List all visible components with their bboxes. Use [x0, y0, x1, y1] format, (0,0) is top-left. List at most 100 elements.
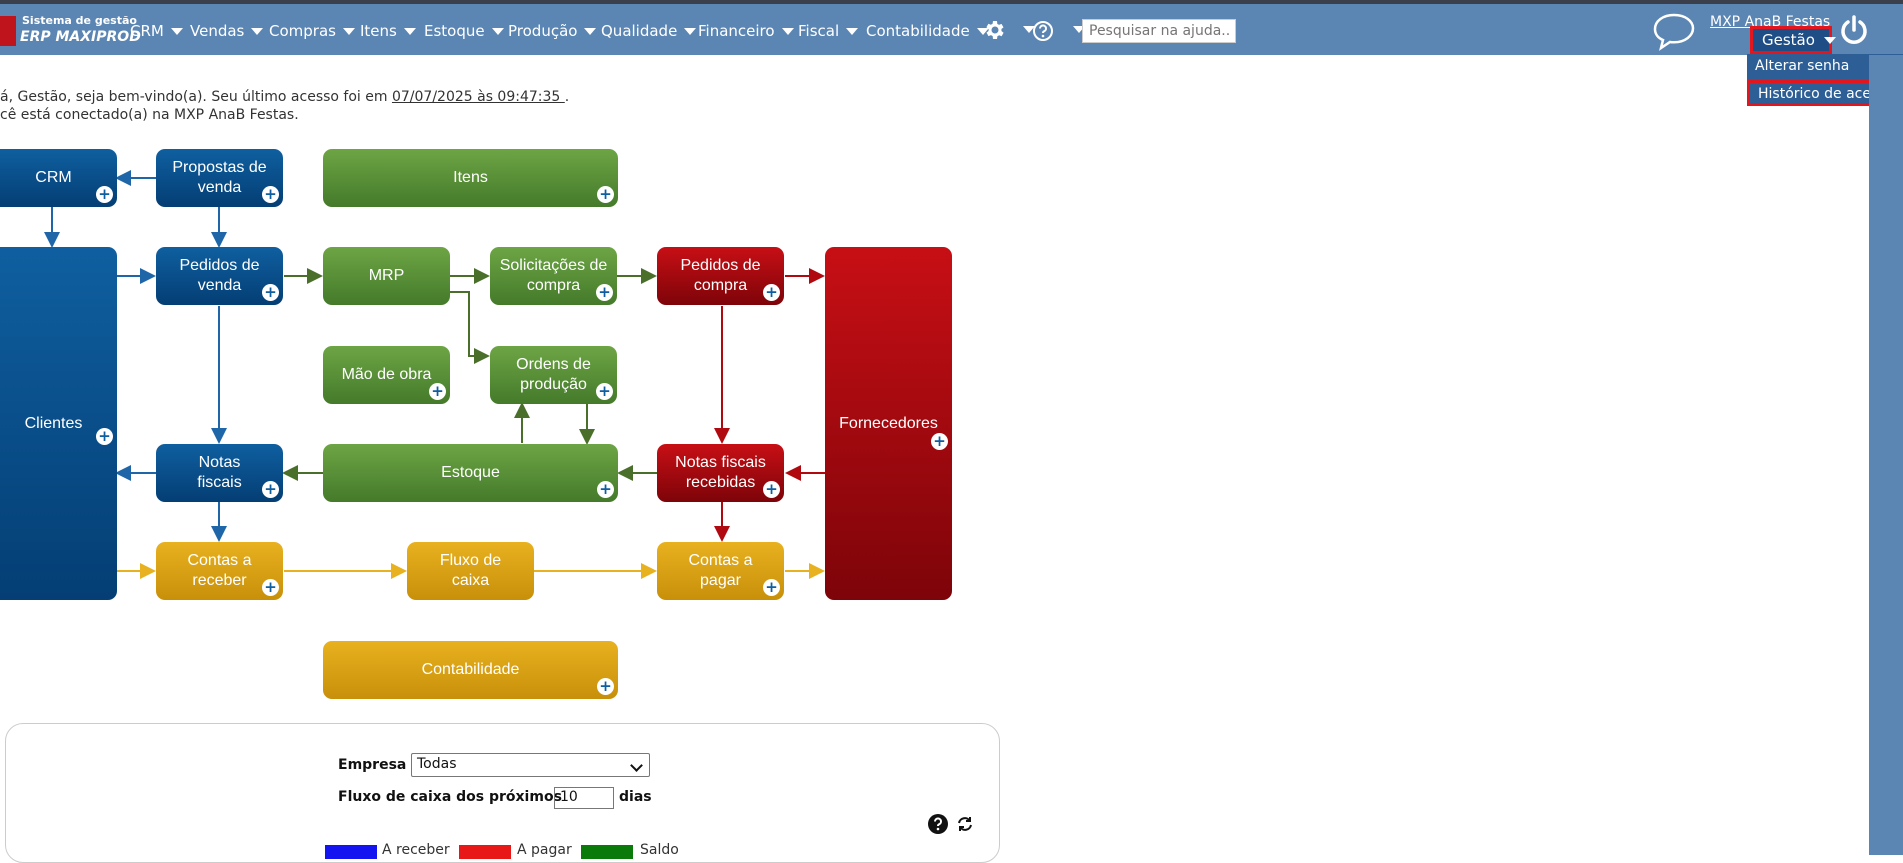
menu-fiscal[interactable]: Fiscal: [798, 17, 859, 45]
chevron-down-icon: [781, 27, 794, 35]
menu-label: Financeiro: [698, 22, 775, 40]
flow-contas-receber[interactable]: Contas a receber +: [156, 542, 283, 600]
menu-vendas[interactable]: Vendas: [190, 17, 264, 45]
add-icon[interactable]: +: [597, 481, 614, 498]
menu-label: Produção: [508, 22, 578, 40]
menu-label: Vendas: [190, 22, 245, 40]
menu-compras[interactable]: Compras: [269, 17, 355, 45]
add-icon[interactable]: +: [96, 186, 113, 203]
last-access-link[interactable]: 07/07/2025 às 09:47:35: [392, 89, 565, 105]
chat-bubble-icon[interactable]: [1651, 12, 1697, 52]
legend-receber-swatch: [325, 845, 377, 859]
flow-pedidos-venda[interactable]: Pedidos de venda +: [156, 247, 283, 305]
menu-label: Contabilidade: [866, 22, 970, 40]
flow-notas-recebidas[interactable]: Notas fiscais recebidas +: [657, 444, 784, 502]
add-icon[interactable]: +: [262, 284, 279, 301]
menu-crm[interactable]: CRM: [130, 17, 183, 45]
add-icon[interactable]: +: [262, 481, 279, 498]
chevron-down-icon: [584, 27, 597, 35]
days-input[interactable]: 10: [554, 787, 614, 809]
flow-crm[interactable]: CRM +: [0, 149, 117, 207]
right-scrollbar-area: [1869, 55, 1903, 855]
flow-contabilidade-label: Contabilidade: [421, 661, 520, 678]
top-navbar: Sistema de gestão ERP MAXIPROD CRM Venda…: [0, 0, 1903, 55]
legend-saldo-label: Saldo: [640, 842, 679, 858]
flow-arrows: [44, 170, 825, 579]
flow-estoque[interactable]: Estoque +: [323, 444, 618, 502]
add-icon[interactable]: +: [931, 433, 948, 450]
menu-estoque[interactable]: Estoque: [424, 17, 504, 45]
add-icon[interactable]: +: [763, 284, 780, 301]
add-icon[interactable]: +: [763, 579, 780, 596]
refresh-icon[interactable]: [955, 814, 975, 834]
chevron-down-icon: [630, 759, 643, 772]
chevron-down-icon: [491, 27, 504, 35]
flow-contas-pagar[interactable]: Contas a pagar +: [657, 542, 784, 600]
add-icon[interactable]: +: [597, 678, 614, 695]
welcome-dot: .: [564, 89, 570, 105]
flow-fornecedores-label: Fornecedores: [839, 414, 938, 432]
add-icon[interactable]: +: [596, 383, 613, 400]
menu-label: Compras: [269, 22, 336, 40]
flow-contabilidade[interactable]: Contabilidade +: [323, 641, 618, 699]
settings-menu[interactable]: [982, 18, 1035, 48]
help-search-input[interactable]: [1082, 19, 1236, 43]
legend-pagar-swatch: [459, 845, 511, 859]
gear-icon: [986, 21, 1004, 39]
empresa-selected-value: Todas: [417, 756, 457, 772]
flow-solicitacoes[interactable]: Solicitações de compra +: [490, 247, 617, 305]
help-menu[interactable]: [1032, 20, 1085, 48]
chevron-down-icon: [846, 27, 859, 35]
flow-itens[interactable]: Itens +: [323, 149, 618, 207]
menu-itens[interactable]: Itens: [360, 17, 416, 45]
add-icon[interactable]: +: [763, 481, 780, 498]
add-icon[interactable]: +: [596, 284, 613, 301]
flow-ordens[interactable]: Ordens de produção +: [490, 346, 617, 404]
power-icon[interactable]: [1838, 14, 1870, 46]
logo-mark: [0, 16, 16, 46]
logo-line2: ERP MAXIPROD: [20, 29, 141, 45]
flow-ordens-label: Ordens de produção: [516, 356, 591, 393]
flow-clientes[interactable]: Clientes +: [0, 247, 117, 600]
flow-propostas[interactable]: Propostas de venda +: [156, 149, 283, 207]
empresa-select[interactable]: Todas: [411, 753, 650, 777]
flow-fornecedores[interactable]: Fornecedores +: [825, 247, 952, 600]
question-icon[interactable]: [927, 813, 949, 835]
user-menu-label: Gestão: [1762, 31, 1815, 49]
flow-contas-pagar-label: Contas a pagar: [688, 552, 753, 589]
flow-mao-obra-label: Mão de obra: [341, 366, 432, 383]
logo-line1: Sistema de gestão: [22, 14, 137, 27]
menu-label: Estoque: [424, 22, 485, 40]
add-icon[interactable]: +: [262, 579, 279, 596]
add-icon[interactable]: +: [262, 186, 279, 203]
flow-mrp[interactable]: MRP: [323, 247, 450, 305]
chevron-down-icon: [342, 27, 355, 35]
menu-financeiro[interactable]: Financeiro: [698, 17, 794, 45]
flow-pedidos-compra[interactable]: Pedidos de compra +: [657, 247, 784, 305]
menu-producao[interactable]: Produção: [508, 17, 597, 45]
menu-qualidade[interactable]: Qualidade: [601, 17, 697, 45]
chevron-down-icon: [170, 27, 183, 35]
flow-pedidos-compra-label: Pedidos de compra: [680, 257, 761, 294]
welcome-line2: cê está conectado(a) na MXP AnaB Festas.: [0, 107, 299, 123]
chevron-down-icon: [403, 27, 416, 35]
add-icon[interactable]: +: [429, 383, 446, 400]
welcome-message: á, Gestão, seja bem-vindo(a). Seu último…: [0, 88, 569, 124]
user-menu-button[interactable]: Gestão: [1750, 26, 1836, 54]
welcome-text: á, Gestão, seja bem-vindo(a). Seu último…: [0, 89, 392, 105]
flow-crm-label: CRM: [35, 169, 72, 186]
days-suffix: dias: [619, 789, 652, 805]
add-icon[interactable]: +: [96, 428, 113, 445]
flow-propostas-label: Propostas de venda: [172, 159, 267, 196]
add-icon[interactable]: +: [597, 186, 614, 203]
flow-fluxo-caixa[interactable]: Fluxo de caixa: [407, 542, 534, 600]
question-icon: [1033, 21, 1053, 41]
flow-notas-fiscais[interactable]: Notas fiscais +: [156, 444, 283, 502]
legend-saldo-swatch: [581, 845, 633, 859]
flow-fluxo-caixa-label: Fluxo de caixa: [439, 552, 502, 589]
flow-estoque-label: Estoque: [441, 464, 500, 481]
menu-contabilidade[interactable]: Contabilidade: [866, 17, 989, 45]
empresa-label: Empresa: [338, 757, 407, 773]
welcome-line1: á, Gestão, seja bem-vindo(a). Seu último…: [0, 88, 569, 106]
flow-mao-obra[interactable]: Mão de obra +: [323, 346, 450, 404]
